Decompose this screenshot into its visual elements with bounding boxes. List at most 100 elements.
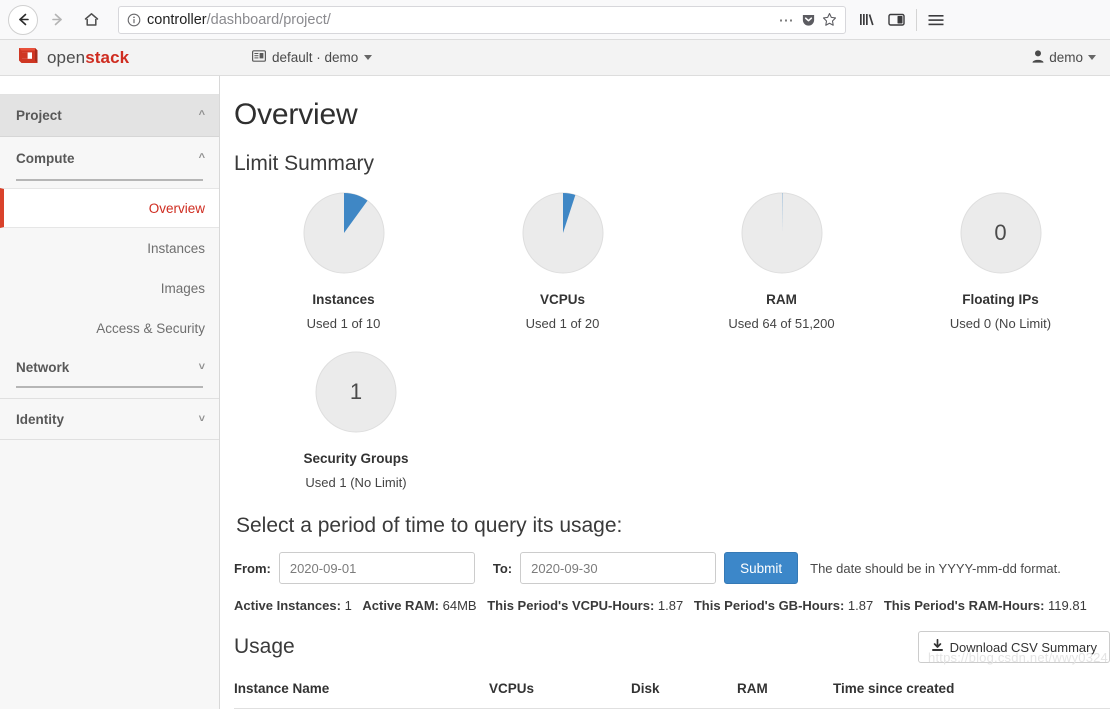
hamburger-menu-icon[interactable] — [927, 12, 945, 28]
to-label: To: — [492, 560, 513, 576]
project-context-label: default · demo — [272, 50, 359, 65]
sidebar-item-overview-label: Overview — [148, 200, 205, 216]
chevron-down-icon — [1088, 55, 1096, 60]
quota-chart-floating-ips: 0 Floating IPs Used 0 (No Limit) — [891, 190, 1110, 331]
submit-button[interactable]: Submit — [724, 552, 799, 584]
quota-sublabel: Used 64 of 51,200 — [728, 316, 835, 331]
project-context-switcher[interactable]: default · demo — [252, 50, 373, 65]
pie-chart: 1 — [315, 351, 397, 433]
quota-sublabel: Used 1 (No Limit) — [305, 475, 407, 490]
pie-chart — [522, 192, 604, 274]
address-bar-text: controller/dashboard/project/ — [147, 12, 773, 28]
openstack-header: openstack default · demo demo — [0, 40, 1110, 76]
column-header-time-created[interactable]: Time since created — [833, 675, 1110, 709]
url-host: controller — [147, 11, 207, 28]
page-title: Overview — [234, 98, 358, 131]
sidebar-group-project[interactable]: Project ^ — [0, 95, 219, 137]
quota-sublabel: Used 1 of 10 — [306, 316, 381, 331]
from-date-input[interactable] — [278, 552, 475, 584]
pie-center-value — [303, 192, 385, 274]
pocket-icon[interactable] — [801, 12, 816, 27]
ellipsis-icon[interactable]: ⋯ — [779, 11, 796, 29]
quota-chart-security-groups: 1 Security Groups Used 1 (No Limit) — [245, 349, 467, 490]
quota-chart-vcpus: VCPUs Used 1 of 20 — [453, 190, 672, 331]
openstack-logo[interactable]: openstack — [0, 43, 220, 72]
address-bar[interactable]: controller/dashboard/project/ ⋯ — [118, 5, 846, 34]
toolbar-divider — [916, 8, 917, 31]
pie-wrap: 0 — [891, 190, 1110, 276]
user-menu[interactable]: demo — [1032, 49, 1096, 66]
stat-key: This Period's GB-Hours: — [693, 598, 845, 613]
sidebar-group-separator — [0, 439, 219, 440]
sidebar-group-identity[interactable]: Identity ˅ — [0, 399, 219, 439]
column-header-disk[interactable]: Disk — [631, 675, 737, 709]
pie-wrap — [672, 190, 891, 276]
user-icon — [1032, 49, 1044, 66]
to-date-input[interactable] — [520, 552, 717, 584]
stat-key: This Period's RAM-Hours: — [883, 598, 1045, 613]
download-icon — [931, 638, 944, 655]
usage-stats-line: Active Instances: 1 Active RAM: 64MB Thi… — [234, 598, 1110, 613]
usage-table-head: Instance Name VCPUs Disk RAM Time since … — [234, 675, 1110, 709]
quota-label: RAM — [766, 292, 797, 307]
pie-center-value — [741, 192, 823, 274]
quota-sublabel: Used 1 of 20 — [525, 316, 600, 331]
logo-open-text: open — [47, 47, 86, 67]
sidebar: Project ^ Compute ^ Overview Instances I… — [0, 76, 220, 709]
quota-chart-ram: RAM Used 64 of 51,200 — [672, 190, 891, 331]
library-icon[interactable] — [858, 11, 877, 28]
star-icon[interactable] — [822, 12, 837, 27]
openstack-cube-icon — [16, 43, 40, 72]
limit-summary-heading: Limit Summary — [234, 152, 375, 175]
sidebar-item-access-security-label: Access & Security — [96, 320, 205, 336]
user-menu-label: demo — [1049, 50, 1083, 65]
sidebar-group-compute[interactable]: Compute ^ — [0, 137, 219, 179]
chevron-down-icon — [364, 55, 373, 60]
usage-period-form: From: To: Submit The date should be in Y… — [234, 552, 1110, 584]
quota-label: Floating IPs — [962, 292, 1039, 307]
from-label: From: — [234, 560, 271, 576]
sidebar-group-network-label: Network — [16, 359, 70, 375]
quota-chart-row-2: 1 Security Groups Used 1 (No Limit) — [234, 349, 1110, 490]
info-circle-icon[interactable] — [127, 13, 141, 27]
pie-center-value: 0 — [994, 220, 1007, 245]
column-header-vcpus[interactable]: VCPUs — [489, 675, 631, 709]
forward-arrow-icon[interactable] — [42, 5, 72, 35]
sidebar-item-images-label: Images — [160, 280, 205, 296]
download-csv-label: Download CSV Summary — [949, 639, 1097, 655]
download-csv-button[interactable]: Download CSV Summary — [917, 631, 1110, 663]
main-content: Overview Limit Summary Instances Used 1 … — [220, 76, 1110, 709]
pie-wrap — [453, 190, 672, 276]
quota-label: Instances — [312, 292, 375, 307]
table-header-row: Instance Name VCPUs Disk RAM Time since … — [234, 675, 1110, 709]
back-arrow-icon[interactable] — [8, 4, 38, 35]
home-icon[interactable] — [76, 5, 106, 35]
chevron-up-icon: ^ — [198, 109, 205, 121]
date-format-hint: The date should be in YYYY-mm-dd format. — [810, 560, 1061, 576]
stat-value: 1 — [344, 598, 352, 613]
usage-table: Instance Name VCPUs Disk RAM Time since … — [234, 675, 1110, 709]
sidebar-item-access-security[interactable]: Access & Security — [0, 308, 219, 348]
sidebar-group-compute-label: Compute — [16, 150, 75, 166]
stat-key: Active Instances: — [234, 598, 341, 613]
column-header-ram[interactable]: RAM — [737, 675, 833, 709]
quota-label: VCPUs — [539, 292, 585, 307]
quota-label: Security Groups — [303, 451, 409, 466]
sidebar-item-instances[interactable]: Instances — [0, 228, 219, 268]
column-header-instance-name[interactable]: Instance Name — [234, 675, 489, 709]
logo-stack-text: stack — [85, 47, 130, 67]
project-switch-icon — [252, 50, 267, 65]
openstack-wordmark: openstack — [47, 48, 129, 68]
sidebar-toggle-icon[interactable] — [887, 11, 906, 28]
stat-value: 64MB — [442, 598, 477, 613]
page-body: Project ^ Compute ^ Overview Instances I… — [0, 76, 1110, 709]
sidebar-spacer — [0, 181, 219, 188]
sidebar-item-images[interactable]: Images — [0, 268, 219, 308]
sidebar-item-overview[interactable]: Overview — [0, 188, 219, 228]
usage-section-header: Usage Download CSV Summary — [234, 631, 1110, 663]
sidebar-item-instances-label: Instances — [147, 240, 205, 256]
chevron-down-icon: ˅ — [198, 360, 205, 373]
sidebar-group-identity-label: Identity — [16, 411, 65, 427]
sidebar-top-strip — [0, 76, 219, 95]
sidebar-group-network[interactable]: Network ˅ — [0, 348, 219, 386]
